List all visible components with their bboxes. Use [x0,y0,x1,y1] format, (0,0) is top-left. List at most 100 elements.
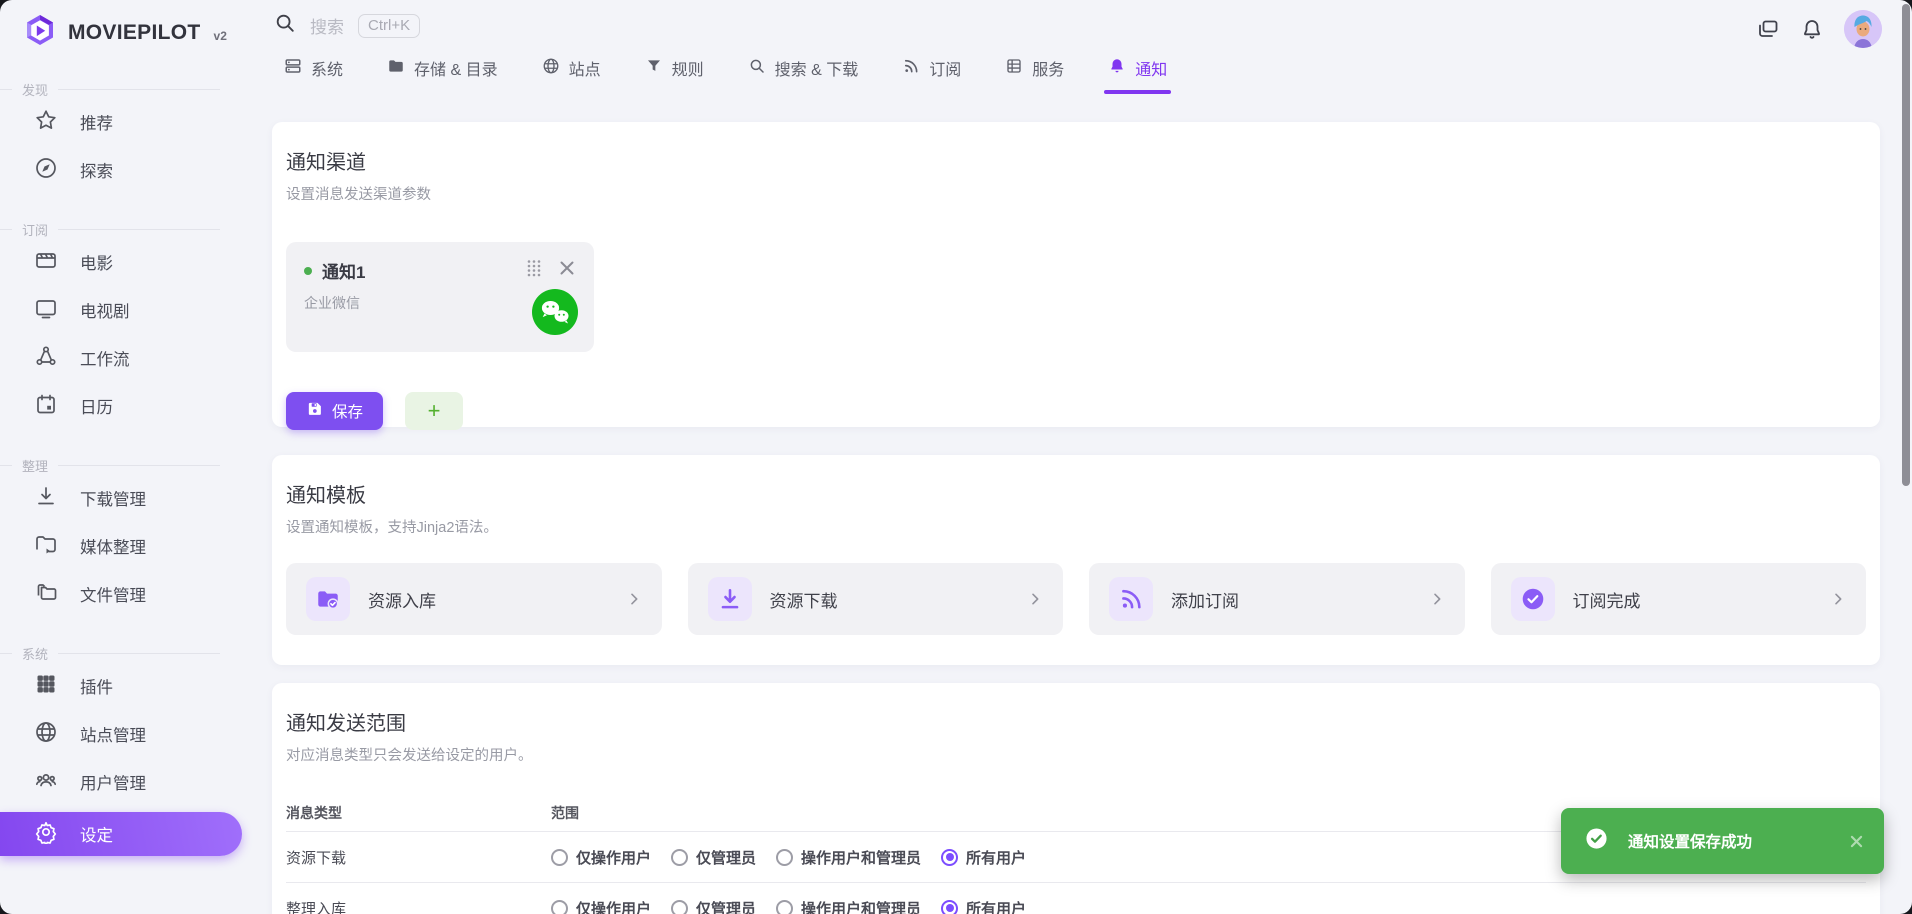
server-icon [284,57,302,80]
radio-all-users[interactable]: 所有用户 [941,847,1026,868]
radio-admins-only[interactable]: 仅管理员 [671,898,756,914]
moviepilot-logo-icon [22,13,58,54]
windows-icon[interactable] [1756,17,1780,41]
radio-icon[interactable] [671,900,688,914]
radio-icon[interactable] [776,900,793,914]
chevron-right-icon [1429,591,1445,607]
filter-icon [645,57,663,80]
user-avatar[interactable] [1844,10,1882,48]
template-card-resource-download[interactable]: 资源下载 [688,563,1064,635]
sidebar-item-movies[interactable]: 电影 [0,238,252,286]
radio-icon[interactable] [551,900,568,914]
rss-icon [1109,577,1153,621]
global-search[interactable]: 搜索 Ctrl+K [274,12,420,39]
sidebar-item-site-manage[interactable]: 站点管理 [0,710,252,758]
tv-icon [34,296,58,325]
template-card-add-subscribe[interactable]: 添加订阅 [1089,563,1465,635]
app-logo[interactable]: MOVIEPILOT v2 [0,0,252,54]
sidebar-item-explore[interactable]: 探索 [0,146,252,194]
tab-sites[interactable]: 站点 [542,56,601,94]
radio-icon-checked[interactable] [941,900,958,914]
chevron-right-icon [626,591,642,607]
sidebar-item-user-manage[interactable]: 用户管理 [0,758,252,806]
app-window: MOVIEPILOT v2 发现 推荐 探索 订阅 电影 电视剧 工作 [0,0,1912,914]
toast-close-icon[interactable] [1849,834,1864,849]
compass-icon [34,156,58,185]
notification-templates-panel: 通知模板 设置通知模板，支持Jinja2语法。 资源入库 资源下载 添加订阅 订… [272,455,1880,665]
tab-search-download[interactable]: 搜索 & 下载 [748,56,859,94]
bell-icon [1108,57,1126,80]
save-button[interactable]: 保存 [286,392,383,430]
bell-icon[interactable] [1800,17,1824,41]
workflow-icon [34,344,58,373]
tab-services[interactable]: 服务 [1005,56,1064,94]
calendar-icon [34,392,58,421]
save-icon [306,400,323,422]
sidebar-item-media-organize[interactable]: 媒体整理 [0,522,252,570]
sidebar-item-settings[interactable]: 设定 [0,812,242,856]
vertical-scrollbar[interactable] [1902,4,1910,486]
templates-title: 通知模板 [286,479,1866,508]
rss-icon [902,57,920,80]
sidebar-item-recommend[interactable]: 推荐 [0,98,252,146]
template-card-resource-in[interactable]: 资源入库 [286,563,662,635]
tab-storage-directory[interactable]: 存储 & 目录 [387,56,498,94]
folders-icon [34,580,58,609]
grid-icon [34,672,58,701]
folder-arrow-icon [34,532,58,561]
brand-version: v2 [214,29,227,43]
star-icon [34,108,58,137]
chevron-right-icon [1027,591,1043,607]
globe-icon [34,720,58,749]
tab-subscribe[interactable]: 订阅 [902,56,961,94]
gear-icon [34,820,58,849]
enabled-dot [304,267,312,275]
close-icon[interactable] [558,259,576,282]
radio-icon[interactable] [776,849,793,866]
sidebar-section-subscribe: 订阅 [0,220,252,238]
sidebar-item-plugins[interactable]: 插件 [0,662,252,710]
channel-card[interactable]: 通知1 企业微信 [286,242,594,352]
radio-operators-only[interactable]: 仅操作用户 [551,847,651,868]
search-icon [274,12,296,39]
sidebar-item-download-manage[interactable]: 下载管理 [0,474,252,522]
sidebar-item-calendar[interactable]: 日历 [0,382,252,430]
download-icon [708,577,752,621]
templates-subtitle: 设置通知模板，支持Jinja2语法。 [286,516,1866,537]
check-circle-icon [1511,577,1555,621]
radio-operators-admins[interactable]: 操作用户和管理员 [776,898,921,914]
sidebar-section-system: 系统 [0,644,252,662]
radio-operators-only[interactable]: 仅操作用户 [551,898,651,914]
template-card-subscribe-done[interactable]: 订阅完成 [1491,563,1867,635]
radio-icon-checked[interactable] [941,849,958,866]
drag-handle-icon[interactable] [526,259,542,282]
radio-icon[interactable] [671,849,688,866]
wechat-icon [532,289,578,340]
sidebar: MOVIEPILOT v2 发现 推荐 探索 订阅 电影 电视剧 工作 [0,0,252,914]
radio-operators-admins[interactable]: 操作用户和管理员 [776,847,921,868]
sidebar-item-file-manage[interactable]: 文件管理 [0,570,252,618]
toast-message: 通知设置保存成功 [1628,830,1752,852]
chevron-right-icon [1830,591,1846,607]
radio-admins-only[interactable]: 仅管理员 [671,847,756,868]
sidebar-item-tv[interactable]: 电视剧 [0,286,252,334]
sidebar-section-discover: 发现 [0,80,252,98]
folder-check-icon [306,577,350,621]
brand-name: MOVIEPILOT [68,21,201,45]
radio-icon[interactable] [551,849,568,866]
users-icon [34,768,58,797]
channel-name: 通知1 [322,258,365,283]
add-channel-button[interactable]: + [405,392,463,430]
sidebar-item-workflow[interactable]: 工作流 [0,334,252,382]
folder-icon [387,57,405,80]
channels-title: 通知渠道 [286,146,1866,175]
tab-notifications[interactable]: 通知 [1108,56,1167,94]
notification-channels-panel: 通知渠道 设置消息发送渠道参数 通知1 企业微信 [272,122,1880,427]
radio-all-users[interactable]: 所有用户 [941,898,1026,914]
globe-icon [542,57,560,80]
tab-rules[interactable]: 规则 [645,56,704,94]
tab-system[interactable]: 系统 [284,56,343,94]
scope-row-organize-in: 整理入库 仅操作用户 仅管理员 操作用户和管理员 所有用户 [286,882,1866,914]
scope-subtitle: 对应消息类型只会发送给设定的用户。 [286,744,1866,765]
sidebar-section-organize: 整理 [0,456,252,474]
